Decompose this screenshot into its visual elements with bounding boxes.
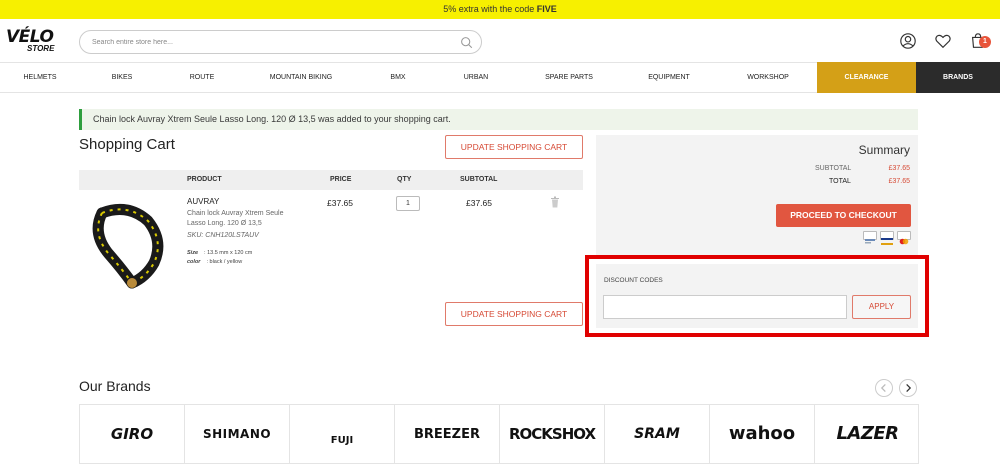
promo-code: FIVE	[536, 4, 557, 14]
site-logo[interactable]: VÉLO STORE	[6, 27, 58, 55]
apply-discount-button[interactable]: Apply	[852, 295, 911, 319]
col-subtotal: SUBTOTAL	[460, 176, 498, 183]
col-product: PRODUCT	[187, 176, 222, 183]
search-input[interactable]	[92, 36, 452, 49]
product-sku: SKU: CNH120LSTAUV	[187, 232, 259, 239]
col-price: PRICE	[330, 176, 352, 183]
col-qty: QTY	[397, 176, 412, 183]
brand-logo-breezer[interactable]: BREEZER	[395, 405, 500, 463]
product-name[interactable]: Chain lock Auvray Xtrem Seule Lasso Long…	[187, 209, 297, 229]
update-cart-button-bottom[interactable]: Update Shopping Cart	[445, 302, 583, 326]
brand-logo-sram[interactable]: SRAM	[605, 405, 710, 463]
order-summary: Summary Subtotal £37.65 Total £37.65 Pro…	[596, 135, 918, 256]
chevron-right-icon[interactable]	[899, 379, 917, 397]
success-message: Chain lock Auvray Xtrem Seule Lasso Long…	[79, 109, 918, 130]
mastercard-icon	[897, 231, 911, 245]
brand-logo-lazer[interactable]: LAZER	[815, 405, 920, 463]
cart-count-badge: 1	[979, 36, 991, 48]
color-value: : black / yellow	[206, 259, 243, 265]
total-value: £37.65	[888, 178, 910, 185]
product-subtotal: £37.65	[466, 198, 492, 208]
brand-logo-shimano[interactable]: SHIMANO	[185, 405, 290, 463]
discount-codes-label: Discount Codes	[604, 277, 663, 284]
sku-label: SKU:	[187, 232, 204, 239]
logo-sub: STORE	[27, 44, 55, 53]
subtotal-label: Subtotal	[815, 165, 852, 172]
wishlist-heart-icon[interactable]	[934, 32, 952, 50]
product-price: £37.65	[327, 198, 353, 208]
proceed-to-checkout-button[interactable]: Proceed to Checkout	[776, 204, 911, 227]
discount-code-input[interactable]	[603, 295, 847, 319]
nav-item-equipment[interactable]: Equipment	[634, 63, 704, 92]
cart-table-header: PRODUCT PRICE QTY SUBTOTAL	[79, 170, 583, 190]
nav-item-mountain-biking[interactable]: Mountain Biking	[256, 63, 346, 92]
nav-item-clearance[interactable]: Clearance	[817, 62, 916, 93]
nav-item-helmets[interactable]: Helmets	[8, 63, 72, 92]
promo-bar: 5% extra with the code FIVE	[0, 0, 1000, 19]
sku-value: CNH120LSTAUV	[205, 232, 259, 239]
brand-logo-rockshox[interactable]: ROCKSHOX	[500, 405, 605, 463]
product-option-size: Size : 13.5 mm x 120 cm	[187, 250, 252, 256]
account-icon[interactable]	[899, 32, 917, 50]
nav-item-bikes[interactable]: Bikes	[92, 63, 152, 92]
discount-codes-panel: Discount Codes Apply	[596, 264, 918, 328]
nav-item-route[interactable]: Route	[172, 63, 232, 92]
product-option-color: color : black / yellow	[187, 259, 242, 265]
nav-item-brands[interactable]: Brands	[916, 62, 1000, 93]
product-image[interactable]	[88, 199, 170, 289]
size-value: : 13.5 mm x 120 cm	[204, 250, 253, 256]
total-label: Total	[829, 178, 851, 185]
promo-text: 5% extra with the code	[443, 4, 537, 14]
page-title: Shopping Cart	[79, 136, 175, 153]
main-nav: Helmets Bikes Route Mountain Biking BMX …	[0, 62, 1000, 93]
nav-item-workshop[interactable]: Workshop	[732, 63, 804, 92]
summary-title: Summary	[858, 143, 910, 157]
brands-title: Our Brands	[79, 378, 151, 394]
brand-logo-fuji[interactable]: FUJI	[290, 405, 395, 463]
brand-carousel: GIRO SHIMANO FUJI BREEZER ROCKSHOX SRAM …	[79, 404, 919, 464]
product-brand[interactable]: AUVRAY	[187, 197, 219, 206]
chevron-left-icon[interactable]	[875, 379, 893, 397]
nav-item-urban[interactable]: Urban	[446, 63, 506, 92]
brand-logo-wahoo[interactable]: wahoo	[710, 405, 815, 463]
color-label: color	[187, 259, 201, 265]
bank-card-icon	[863, 231, 877, 244]
trash-icon[interactable]	[550, 196, 560, 208]
search-icon[interactable]	[460, 36, 473, 49]
search-bar	[79, 30, 482, 54]
header: VÉLO STORE 1	[0, 19, 1000, 62]
update-cart-button-top[interactable]: Update Shopping Cart	[445, 135, 583, 159]
brand-logo-giro[interactable]: GIRO	[80, 405, 185, 463]
size-label: Size	[187, 250, 199, 256]
nav-item-bmx[interactable]: BMX	[370, 63, 426, 92]
nav-item-spare-parts[interactable]: Spare parts	[530, 63, 608, 92]
visa-icon	[880, 231, 894, 245]
quantity-input[interactable]: 1	[396, 196, 420, 211]
subtotal-value: £37.65	[888, 165, 910, 172]
